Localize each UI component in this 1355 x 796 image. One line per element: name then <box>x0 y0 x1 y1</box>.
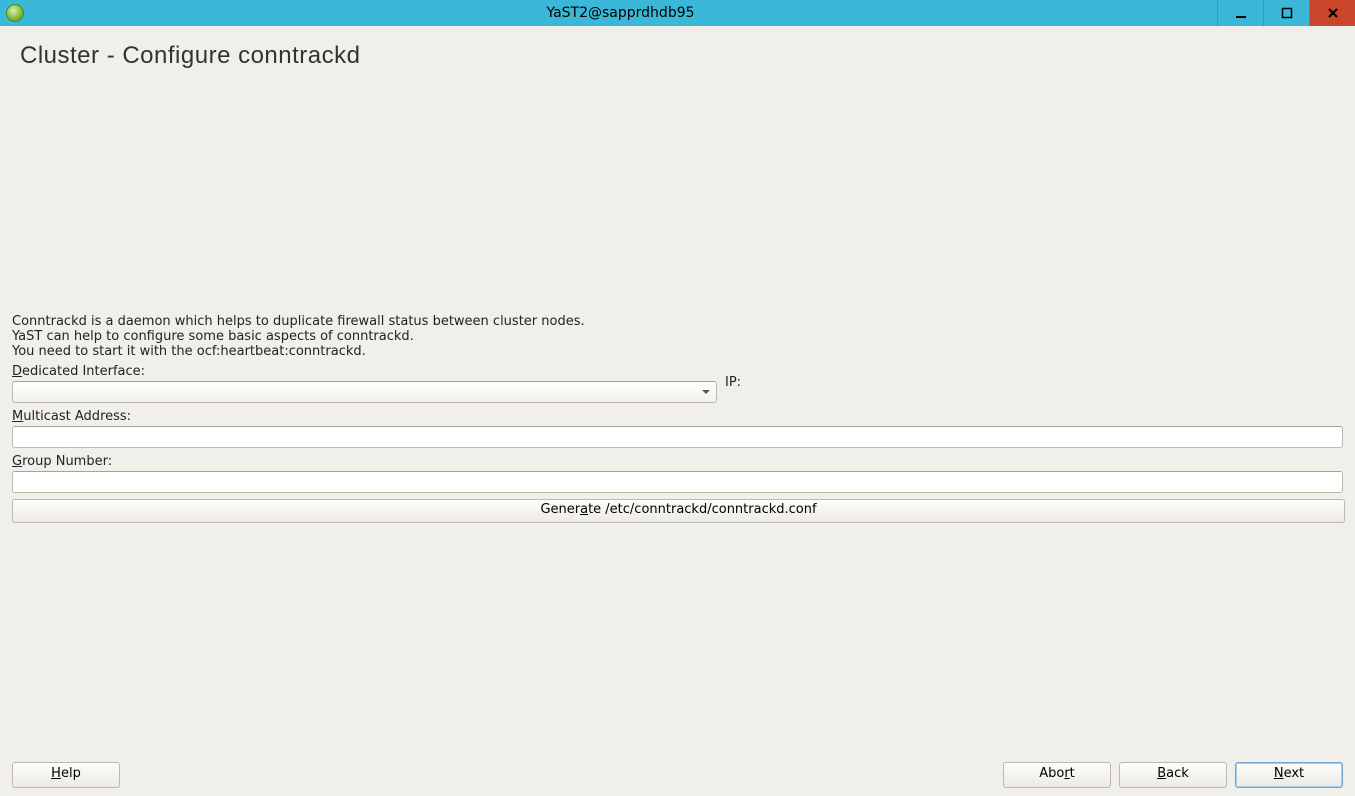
generate-conf-button[interactable]: Generate /etc/conntrackd/conntrackd.conf <box>12 499 1345 523</box>
back-button[interactable]: Back <box>1119 762 1227 788</box>
yast-app-icon <box>6 4 24 22</box>
multicast-address-label: Multicast Address: <box>12 409 1343 424</box>
description-line-2: YaST can help to configure some basic as… <box>12 330 1343 345</box>
form-block: Dedicated Interface: IP: Multicast Ad <box>12 364 1343 523</box>
description-line-3: You need to start it with the ocf:heartb… <box>12 345 1343 360</box>
abort-button[interactable]: Abort <box>1003 762 1111 788</box>
maximize-icon <box>1281 7 1293 19</box>
chevron-down-icon <box>702 390 710 394</box>
help-button[interactable]: Help <box>12 762 120 788</box>
window-titlebar: YaST2@sapprdhdb95 <box>0 0 1355 27</box>
window-title: YaST2@sapprdhdb95 <box>24 5 1217 21</box>
content-area: Cluster - Configure conntrackd Conntrack… <box>0 26 1355 796</box>
window-controls <box>1217 0 1355 26</box>
description-text: Conntrackd is a daemon which helps to du… <box>12 315 1343 360</box>
group-number-input[interactable] <box>12 471 1343 493</box>
description-line-1: Conntrackd is a daemon which helps to du… <box>12 315 1343 330</box>
ip-label: IP: <box>725 375 741 390</box>
dedicated-interface-select[interactable] <box>12 381 717 403</box>
close-button[interactable] <box>1309 0 1355 26</box>
minimize-button[interactable] <box>1217 0 1263 26</box>
page-title: Cluster - Configure conntrackd <box>20 42 1345 70</box>
multicast-address-input[interactable] <box>12 426 1343 448</box>
minimize-icon <box>1235 7 1247 19</box>
maximize-button[interactable] <box>1263 0 1309 26</box>
footer-buttons: Help Abort Back Next <box>12 762 1343 788</box>
dedicated-interface-label: Dedicated Interface: <box>12 364 1343 379</box>
group-number-label: Group Number: <box>12 454 1343 469</box>
close-icon <box>1327 7 1339 19</box>
next-button[interactable]: Next <box>1235 762 1343 788</box>
